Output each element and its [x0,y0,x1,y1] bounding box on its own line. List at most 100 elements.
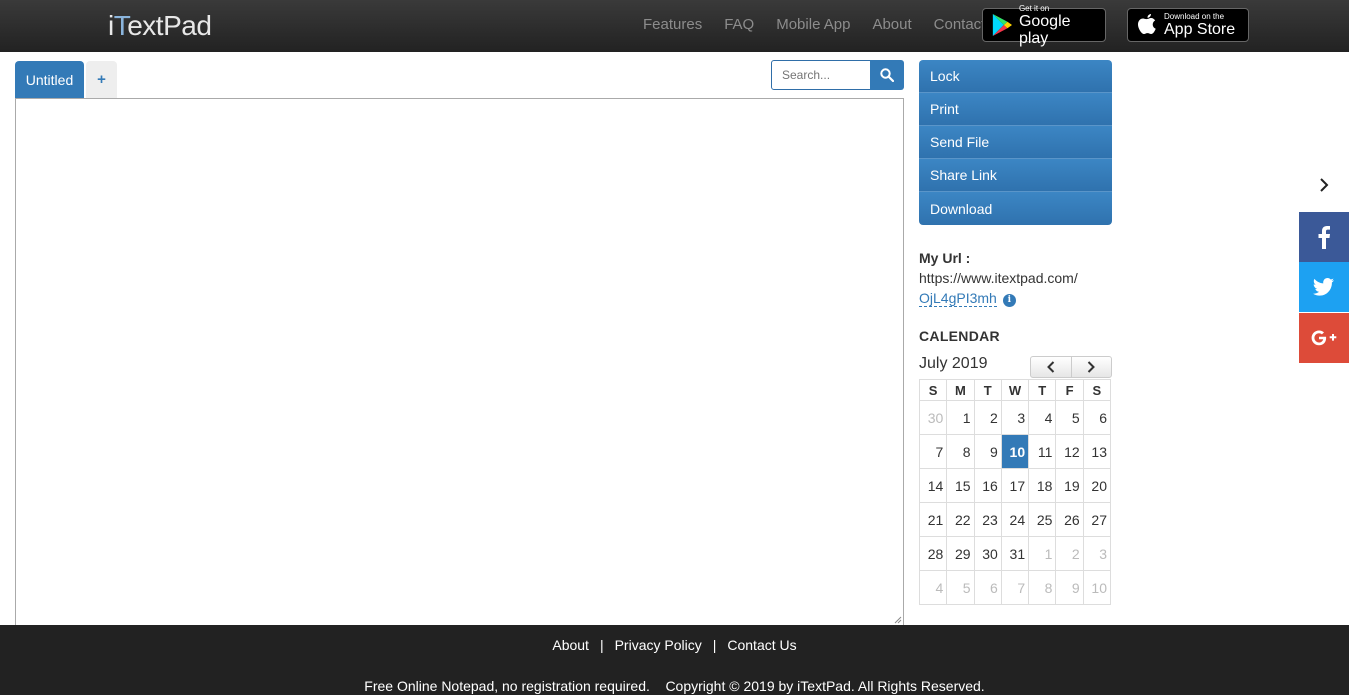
search-button[interactable] [870,60,904,90]
nav-features[interactable]: Features [643,16,702,33]
tab-untitled[interactable]: Untitled [15,61,84,98]
my-url-base: https://www.itextpad.com/ [919,270,1078,286]
calendar-day[interactable]: 5 [946,570,975,605]
calendar-day[interactable]: 28 [918,536,948,571]
footer: About | Privacy Policy | Contact Us Free Onl… [0,625,1349,695]
resize-handle-icon[interactable] [894,616,902,624]
nav-mobile-app[interactable]: Mobile App [776,16,850,33]
footer-contact-link[interactable]: Contact Us [727,637,796,653]
calendar-day[interactable]: 7 [1000,570,1030,605]
calendar-day[interactable]: 15 [946,468,975,503]
calendar-day[interactable]: 13 [1082,434,1112,469]
calendar-day[interactable]: 23 [973,502,1002,537]
lock-button[interactable]: Lock [919,60,1112,93]
calendar-day[interactable]: 31 [1000,536,1030,571]
my-url-slug-link[interactable]: OjL4gPI3mh [919,290,997,307]
calendar-week-row: 30 1 2 3 4 5 6 [918,400,1112,435]
print-button[interactable]: Print [919,93,1112,126]
google-play-big: Google play [1018,12,1071,47]
calendar-body: 30 1 2 3 4 5 6 7 8 9 10 11 12 13 14 15 16 17 18 19 20 21 22 23 2… [918,400,1112,605]
calendar-day[interactable]: 3 [1082,536,1112,571]
calendar-day[interactable]: 7 [918,434,948,469]
calendar-day[interactable]: 27 [1082,502,1112,537]
calendar-day[interactable]: 25 [1028,502,1057,537]
google-plus-share-button[interactable] [1299,313,1349,363]
calendar-day[interactable]: 5 [1055,400,1084,435]
app-store-big: App Store [1164,21,1236,38]
info-icon[interactable]: i [1002,294,1016,307]
twitter-share-button[interactable] [1299,262,1349,312]
calendar-day[interactable]: 12 [1055,434,1084,469]
twitter-icon [1313,278,1334,296]
calendar-day[interactable]: 4 [918,570,948,605]
calendar-next-button[interactable] [1072,357,1112,377]
top-navbar: iTextPad Features FAQ Mobile App About C… [0,0,1349,52]
calendar-day[interactable]: 1 [946,400,975,435]
calendar-day[interactable]: 11 [1028,434,1057,469]
calendar-day[interactable]: 16 [973,468,1002,503]
logo-accent-letter: T [113,10,128,41]
send-file-button[interactable]: Send File [919,126,1112,159]
calendar-day[interactable]: 10 [1082,570,1112,605]
calendar-day[interactable]: 18 [1028,468,1057,503]
nav-faq[interactable]: FAQ [724,16,754,33]
footer-links: About | Privacy Policy | Contact Us [0,637,1349,653]
nav-contact[interactable]: Contact [934,16,986,33]
nav-about[interactable]: About [872,16,911,33]
google-play-badge[interactable]: Get it on Google play [982,4,1106,47]
calendar-weekday: T [1028,379,1057,401]
chevron-right-icon[interactable] [1316,176,1332,194]
calendar-week-row: 14 15 16 17 18 19 20 [918,468,1112,503]
calendar-day[interactable]: 26 [1055,502,1084,537]
calendar-day[interactable]: 1 [1028,536,1057,571]
calendar-day[interactable]: 8 [1028,570,1057,605]
calendar-day[interactable]: 9 [973,434,1002,469]
logo-text: iTextPad [108,10,212,41]
calendar-day[interactable]: 24 [1000,502,1030,537]
apple-icon [1138,14,1156,34]
calendar-day[interactable]: 6 [973,570,1002,605]
calendar-day[interactable]: 19 [1055,468,1084,503]
search-box [771,60,904,90]
calendar-day[interactable]: 17 [1000,468,1030,503]
calendar-weekday: S [1082,379,1112,401]
add-tab-button[interactable]: + [86,61,117,98]
calendar-day[interactable]: 20 [1082,468,1112,503]
calendar-nav [1030,356,1112,378]
calendar-day-today[interactable]: 10 [1000,434,1030,469]
download-button[interactable]: Download [919,192,1112,225]
calendar-prev-button[interactable] [1031,357,1072,377]
calendar-day[interactable]: 4 [1028,400,1057,435]
footer-privacy-link[interactable]: Privacy Policy [615,637,702,653]
calendar-weekday: W [1000,379,1030,401]
calendar-day[interactable]: 6 [1082,400,1112,435]
footer-about-link[interactable]: About [552,637,589,653]
my-url-section: My Url : https://www.itextpad.com/ OjL4g… [919,248,1109,308]
calendar-day[interactable]: 9 [1055,570,1084,605]
calendar-day[interactable]: 14 [918,468,948,503]
footer-separator: | [599,637,604,653]
calendar-day[interactable]: 22 [946,502,975,537]
app-store-badge[interactable]: Download on the App Store [1127,8,1249,42]
calendar-weekday: F [1055,379,1084,401]
calendar-day[interactable]: 30 [918,400,948,435]
facebook-share-button[interactable] [1299,212,1349,262]
top-nav: Features FAQ Mobile App About Contact [643,16,1007,33]
google-play-icon [992,14,1013,36]
app-store-small: Download on the [1164,12,1225,21]
notepad-textarea[interactable] [15,98,904,626]
calendar-day[interactable]: 3 [1000,400,1030,435]
search-input[interactable] [771,60,871,90]
calendar-day[interactable]: 30 [973,536,1002,571]
calendar-day[interactable]: 2 [973,400,1002,435]
calendar-day[interactable]: 21 [918,502,948,537]
share-link-button[interactable]: Share Link [919,159,1112,192]
calendar-weekday: T [973,379,1002,401]
footer-copyright: Free Online Notepad, no registration req… [364,678,985,694]
calendar-day[interactable]: 8 [946,434,975,469]
calendar-day[interactable]: 2 [1055,536,1084,571]
calendar-week-row: 4 5 6 7 8 9 10 [918,570,1112,605]
calendar-day[interactable]: 29 [946,536,975,571]
google-plus-icon [1311,330,1337,346]
logo[interactable]: iTextPad [108,6,212,46]
